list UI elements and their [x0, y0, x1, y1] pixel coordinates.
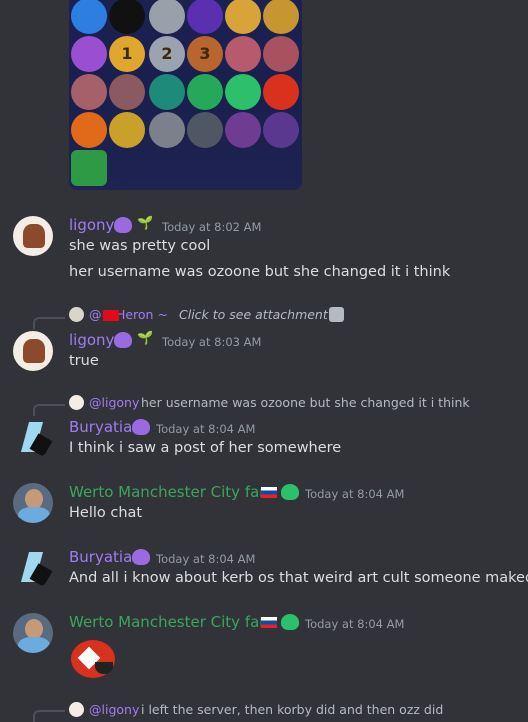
sticker-grapes-icon [71, 36, 107, 72]
reply-preview[interactable]: her username was ozoone but she changed … [141, 395, 470, 410]
trophy-bronze-icon: 3 [187, 36, 223, 72]
author-name[interactable]: Werto Manchester City fan [69, 613, 269, 631]
message-text: true [69, 353, 99, 369]
message-text: Hello chat [69, 505, 143, 521]
avatar[interactable] [13, 613, 53, 653]
purple-blob-badge-icon [132, 419, 150, 435]
green-frog-badge-icon [281, 614, 299, 630]
slovakia-flag-icon [261, 487, 277, 498]
reply-connector [33, 317, 65, 329]
sticker-orange-icon [71, 112, 107, 148]
sticker-blue-icon [71, 0, 107, 34]
avatar[interactable] [13, 483, 53, 523]
message-text: And all i know about kerb os that weird … [69, 570, 528, 586]
sticker-gold-monkey-icon [263, 0, 299, 34]
sticker-pink-swirl-icon [225, 36, 261, 72]
message-text: she was pretty cool [69, 238, 211, 254]
sticker-leaf-pink-icon [71, 74, 107, 110]
author-name[interactable]: ligony [69, 216, 114, 234]
sticker-leaf-icon [263, 36, 299, 72]
timestamp: Today at 8:04 AM [305, 487, 405, 501]
avatar[interactable] [13, 216, 53, 256]
sticker-gray-icon [149, 0, 185, 34]
sticker-green-face-icon [225, 74, 261, 110]
trophy-silver-icon: 2 [149, 36, 185, 72]
reply-author[interactable]: @ligony [89, 702, 139, 717]
purple-blob-badge-icon [132, 549, 150, 565]
sticker-red-icon [263, 74, 299, 110]
sticker-key-icon [109, 112, 145, 148]
reply-avatar[interactable] [69, 395, 84, 410]
slovakia-flag-icon [261, 617, 277, 628]
sticker-teal-icon [149, 74, 185, 110]
reply-avatar[interactable] [69, 307, 84, 322]
avatar[interactable] [13, 418, 53, 458]
sticker-purple-flag-icon [263, 112, 299, 148]
purple-blob-badge-icon [114, 217, 132, 233]
reply-preview[interactable]: Click to see attachment [179, 307, 328, 322]
sticker-bird-icon [109, 74, 145, 110]
sticker-gold-blob-icon [225, 0, 261, 34]
green-frog-badge-icon [281, 484, 299, 500]
timestamp: Today at 8:04 AM [156, 552, 256, 566]
timestamp: Today at 8:02 AM [162, 220, 262, 234]
trophy-2-label: 2 [161, 44, 173, 63]
trophy-3-label: 3 [199, 44, 211, 63]
author-name[interactable]: ligony [69, 331, 114, 349]
timestamp: Today at 8:04 AM [156, 422, 256, 436]
trophy-gold-icon: 1 [109, 36, 145, 72]
sprout-badge-icon: 🌱 [137, 331, 154, 346]
avatar[interactable] [13, 548, 53, 588]
sticker-black-icon [109, 0, 145, 34]
image-attachment[interactable]: 1 2 3 [69, 0, 302, 190]
red-monster-emoji-icon [71, 640, 115, 678]
message-text: her username was ozoone but she changed … [69, 264, 451, 280]
reply-avatar[interactable] [69, 702, 84, 717]
sticker-frog-icon [187, 74, 223, 110]
reply-author[interactable]: @ligony [89, 395, 139, 410]
image-icon [329, 307, 344, 322]
sprout-badge-icon: 🌱 [137, 216, 154, 231]
sticker-purple-bird-icon [225, 112, 261, 148]
trophy-1-label: 1 [121, 44, 133, 63]
author-name[interactable]: Werto Manchester City fan [69, 483, 269, 501]
sticker-gray-robot-icon [149, 112, 185, 148]
reply-connector [33, 404, 65, 416]
timestamp: Today at 8:04 AM [305, 617, 405, 631]
turkey-flag-icon [103, 310, 119, 321]
purple-blob-badge-icon [114, 332, 132, 348]
sticker-purple-mask-icon [187, 0, 223, 34]
message-text: I think i saw a post of her somewhere [69, 440, 342, 456]
avatar[interactable] [13, 331, 53, 371]
sticker-ghost-icon [187, 112, 223, 148]
sticker-green-box-icon [71, 150, 107, 186]
author-name[interactable]: Buryatia [69, 418, 132, 436]
timestamp: Today at 8:03 AM [162, 335, 262, 349]
reply-author[interactable]: @​~ Heron ~ [89, 307, 168, 322]
reply-preview[interactable]: i left the server, then korby did and th… [141, 702, 443, 717]
author-name[interactable]: Buryatia [69, 548, 132, 566]
